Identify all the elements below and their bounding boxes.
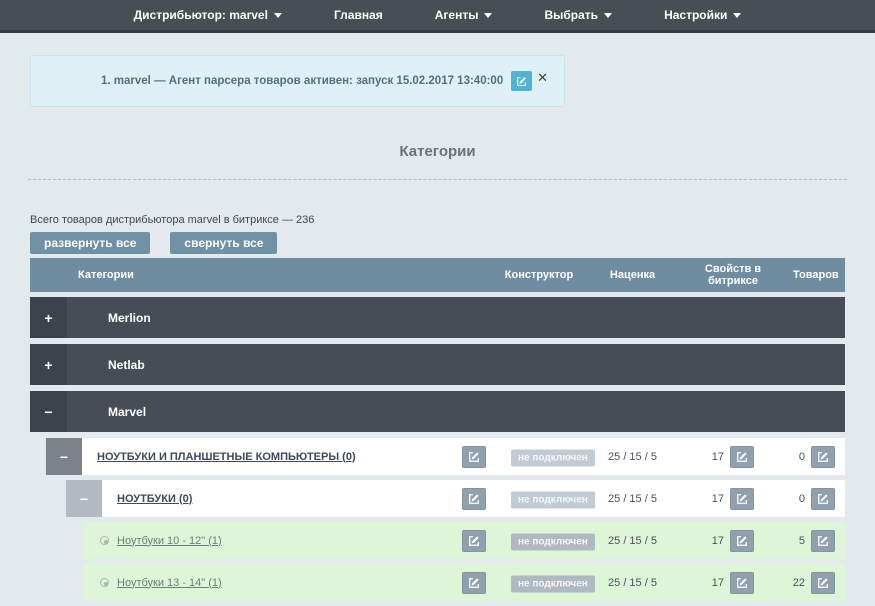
edit-icon (736, 493, 748, 505)
products-count: 0 (799, 451, 805, 463)
table-row-laptops-13-14: Ноутбуки 13 - 14" (1) не подключен 25 / … (84, 564, 845, 601)
edit-icon (817, 493, 829, 505)
subcategory-link[interactable]: Ноутбуки 10 - 12" (1) (117, 535, 222, 547)
categories-table: Категории Конструктор Наценка Свойств в … (30, 258, 845, 606)
expand-toggle[interactable]: + (30, 344, 67, 385)
group-label: Netlab (67, 344, 145, 385)
edit-props-button[interactable] (730, 488, 754, 510)
chevron-down-icon (484, 13, 492, 18)
page-title: Категории (0, 143, 875, 160)
table-row-marvel: − Marvel (30, 391, 845, 432)
edit-props-button[interactable] (730, 446, 754, 468)
subcategory-link[interactable]: Ноутбуки 13 - 14" (1) (117, 577, 222, 589)
circle-dot-icon (100, 536, 109, 545)
total-products-summary: Всего товаров дистрибьютора marvel в бит… (30, 214, 314, 226)
close-icon[interactable]: ✕ (537, 70, 548, 86)
category-link[interactable]: НОУТБУКИ И ПЛАНШЕТНЫЕ КОМПЬЮТЕРЫ (0) (97, 451, 356, 463)
circle-dot-icon (100, 578, 109, 587)
props-count: 17 (712, 493, 724, 505)
nav-home[interactable]: Главная (334, 8, 383, 22)
tree-toolbar: развернуть все свернуть все (30, 232, 277, 254)
edit-props-button[interactable] (730, 572, 754, 594)
markup-value: 25 / 15 / 5 (600, 493, 665, 505)
edit-icon (468, 451, 480, 463)
markup-value: 25 / 15 / 5 (600, 577, 665, 589)
expand-toggle[interactable]: + (30, 297, 67, 338)
table-row-merlion: + Merlion (30, 297, 845, 338)
markup-value: 25 / 15 / 5 (600, 451, 665, 463)
edit-icon (468, 577, 480, 589)
table-header: Категории Конструктор Наценка Свойств в … (30, 258, 845, 292)
constructor-status-badge: не подключен (511, 491, 595, 508)
dashed-divider (28, 179, 847, 180)
header-props-bitrix: Свойств в битриксе (683, 263, 783, 287)
nav-distributor-label: Дистрибьютор: marvel (134, 8, 268, 22)
edit-category-button[interactable] (462, 572, 486, 594)
top-navbar: Дистрибьютор: marvel Главная Агенты Выбр… (0, 0, 875, 33)
group-label: Marvel (67, 391, 146, 432)
chevron-down-icon (274, 13, 282, 18)
edit-products-button[interactable] (811, 488, 835, 510)
header-products: Товаров (793, 269, 838, 281)
chevron-down-icon (733, 13, 741, 18)
agent-edit-button[interactable] (511, 71, 532, 91)
nav-agents[interactable]: Агенты (435, 8, 493, 22)
category-link[interactable]: НОУТБУКИ (0) (117, 493, 192, 505)
edit-category-button[interactable] (462, 530, 486, 552)
nav-settings-label: Настройки (664, 8, 727, 22)
table-rows: + Merlion + Netlab − Marvel − НОУТБУКИ И… (30, 297, 845, 601)
edit-icon (468, 535, 480, 547)
header-categories: Категории (78, 269, 134, 281)
constructor-status-badge: не подключен (511, 449, 595, 466)
products-count: 5 (799, 535, 805, 547)
header-markup: Наценка (600, 269, 665, 281)
nav-select[interactable]: Выбрать (544, 8, 612, 22)
collapse-toggle[interactable]: − (30, 391, 67, 432)
products-count: 0 (799, 493, 805, 505)
nav-settings[interactable]: Настройки (664, 8, 741, 22)
edit-icon (736, 577, 748, 589)
markup-value: 25 / 15 / 5 (600, 535, 665, 547)
collapse-all-button[interactable]: свернуть все (170, 232, 277, 254)
nav-agents-label: Агенты (435, 8, 479, 22)
agent-status-alert: 1. marvel — Агент парсера товаров активе… (30, 55, 565, 107)
edit-icon (736, 535, 748, 547)
nav-distributor[interactable]: Дистрибьютор: marvel (134, 8, 282, 22)
table-row-laptops-tablets: − НОУТБУКИ И ПЛАНШЕТНЫЕ КОМПЬЮТЕРЫ (0) н… (46, 438, 845, 475)
edit-products-button[interactable] (811, 572, 835, 594)
nav-select-label: Выбрать (544, 8, 598, 22)
agent-status-text: 1. marvel — Агент парсера товаров активе… (31, 75, 503, 87)
edit-category-button[interactable] (462, 488, 486, 510)
edit-icon (468, 493, 480, 505)
edit-icon (817, 535, 829, 547)
expand-all-button[interactable]: развернуть все (30, 232, 150, 254)
table-row-laptops-10-12: Ноутбуки 10 - 12" (1) не подключен 25 / … (84, 522, 845, 559)
table-row-laptops: − НОУТБУКИ (0) не подключен 25 / 15 / 5 … (66, 480, 845, 517)
edit-icon (817, 451, 829, 463)
props-count: 17 (712, 451, 724, 463)
edit-icon (736, 451, 748, 463)
collapse-toggle[interactable]: − (46, 438, 82, 475)
table-row-netlab: + Netlab (30, 344, 845, 385)
group-label: Merlion (67, 297, 151, 338)
collapse-toggle[interactable]: − (66, 480, 102, 517)
edit-products-button[interactable] (811, 446, 835, 468)
edit-icon (516, 76, 527, 87)
props-count: 17 (712, 577, 724, 589)
products-count: 22 (793, 577, 805, 589)
nav-home-label: Главная (334, 8, 383, 22)
header-constructor: Конструктор (494, 269, 584, 281)
constructor-status-badge: не подключен (511, 575, 595, 592)
constructor-status-badge: не подключен (511, 533, 595, 550)
edit-props-button[interactable] (730, 530, 754, 552)
edit-products-button[interactable] (811, 530, 835, 552)
edit-icon (817, 577, 829, 589)
chevron-down-icon (604, 13, 612, 18)
props-count: 17 (712, 535, 724, 547)
edit-category-button[interactable] (462, 446, 486, 468)
